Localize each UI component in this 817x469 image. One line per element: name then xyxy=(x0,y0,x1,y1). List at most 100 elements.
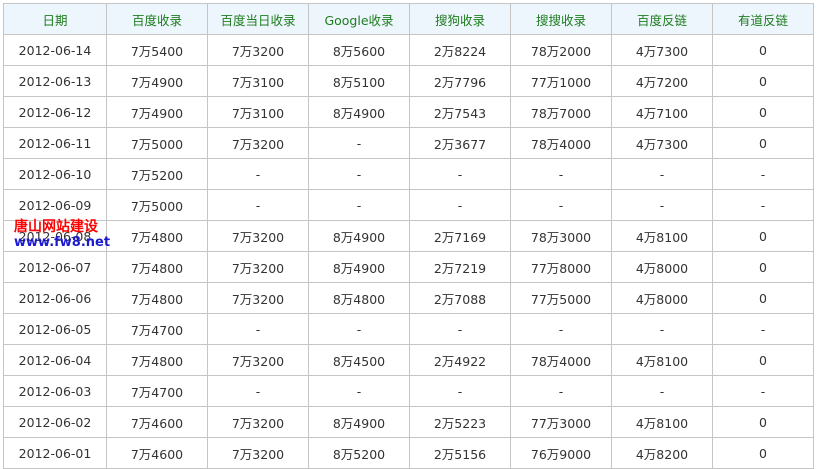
cell-date: 2012-06-03 xyxy=(3,375,107,407)
cell-date: 2012-06-06 xyxy=(3,282,107,314)
cell-baidu-indexed: 7万4800 xyxy=(106,282,208,314)
cell-baidu-indexed: 7万4800 xyxy=(106,251,208,283)
table-body: 2012-06-14 7万5400 7万3200 8万5600 2万8224 78万200… xyxy=(3,34,814,469)
table-header: 日期 百度收录 百度当日收录 Google收录 搜狗收录 搜搜收录 百度反链 有… xyxy=(3,3,814,35)
cell-baidu-backlinks: 4万8000 xyxy=(611,251,713,283)
cell-baidu-today-indexed: 7万3100 xyxy=(207,65,309,97)
cell-sogou-indexed: 2万5156 xyxy=(409,437,511,469)
table-row: 2012-06-07 7万4800 7万3200 8万4900 2万7219 77万800… xyxy=(3,251,814,283)
cell-baidu-today-indexed: 7万3200 xyxy=(207,406,309,438)
cell-date: 2012-06-04 xyxy=(3,344,107,376)
cell-google-indexed: 8万4900 xyxy=(308,251,410,283)
cell-sogou-indexed: 2万7543 xyxy=(409,96,511,128)
cell-soso-indexed: - xyxy=(510,189,612,221)
cell-soso-indexed: - xyxy=(510,158,612,190)
cell-baidu-indexed: 7万4600 xyxy=(106,406,208,438)
table-row: 2012-06-09 7万5000- - - - - - xyxy=(3,189,814,221)
cell-youdao-backlinks: 0 xyxy=(712,437,814,469)
cell-google-indexed: 8万4900 xyxy=(308,220,410,252)
cell-date: 2012-06-01 xyxy=(3,437,107,469)
cell-baidu-indexed: 7万5000 xyxy=(106,127,208,159)
table-row: 2012-06-11 7万5000 7万3200-2万3677 78万4000 4万73… xyxy=(3,127,814,159)
cell-youdao-backlinks: 0 xyxy=(712,96,814,128)
cell-sogou-indexed: - xyxy=(409,189,511,221)
cell-date: 2012-06-08 xyxy=(3,220,107,252)
table-row: 2012-06-14 7万5400 7万3200 8万5600 2万8224 78万200… xyxy=(3,34,814,66)
table-row: 2012-06-03 7万4700- - - - - - xyxy=(3,375,814,407)
cell-baidu-backlinks: - xyxy=(611,313,713,345)
cell-baidu-backlinks: 4万8100 xyxy=(611,220,713,252)
cell-google-indexed: - xyxy=(308,127,410,159)
cell-baidu-backlinks: 4万8100 xyxy=(611,344,713,376)
cell-google-indexed: 8万5100 xyxy=(308,65,410,97)
cell-youdao-backlinks: 0 xyxy=(712,65,814,97)
cell-baidu-backlinks: - xyxy=(611,375,713,407)
cell-baidu-today-indexed: 7万3200 xyxy=(207,127,309,159)
cell-baidu-today-indexed: 7万3200 xyxy=(207,34,309,66)
header-soso-indexed: 搜搜收录 xyxy=(510,3,612,35)
cell-baidu-today-indexed: - xyxy=(207,375,309,407)
cell-baidu-today-indexed: - xyxy=(207,313,309,345)
cell-baidu-indexed: 7万4800 xyxy=(106,220,208,252)
table-row: 2012-06-12 7万4900 7万3100 8万4900 2万7543 78万700… xyxy=(3,96,814,128)
cell-soso-indexed: - xyxy=(510,375,612,407)
header-row: 日期 百度收录 百度当日收录 Google收录 搜狗收录 搜搜收录 百度反链 有… xyxy=(3,3,814,35)
table-row: 2012-06-02 7万4600 7万3200 8万4900 2万5223 77万300… xyxy=(3,406,814,438)
cell-soso-indexed: 77万3000 xyxy=(510,406,612,438)
cell-youdao-backlinks: 0 xyxy=(712,406,814,438)
cell-sogou-indexed: 2万7169 xyxy=(409,220,511,252)
table-row: 2012-06-13 7万4900 7万3100 8万5100 2万7796 77万100… xyxy=(3,65,814,97)
cell-sogou-indexed: - xyxy=(409,313,511,345)
cell-sogou-indexed: - xyxy=(409,375,511,407)
cell-baidu-today-indexed: 7万3100 xyxy=(207,96,309,128)
header-baidu-today-indexed: 百度当日收录 xyxy=(207,3,309,35)
cell-youdao-backlinks: - xyxy=(712,313,814,345)
table-row: 2012-06-10 7万5200- - - - - - xyxy=(3,158,814,190)
table-row: 2012-06-01 7万4600 7万3200 8万5200 2万5156 76万900… xyxy=(3,437,814,469)
header-youdao-backlinks: 有道反链 xyxy=(712,3,814,35)
cell-google-indexed: 8万5200 xyxy=(308,437,410,469)
cell-youdao-backlinks: 0 xyxy=(712,251,814,283)
cell-baidu-indexed: 7万4900 xyxy=(106,96,208,128)
cell-baidu-indexed: 7万5400 xyxy=(106,34,208,66)
cell-baidu-today-indexed: 7万3200 xyxy=(207,251,309,283)
cell-date: 2012-06-09 xyxy=(3,189,107,221)
cell-baidu-today-indexed: 7万3200 xyxy=(207,282,309,314)
cell-date: 2012-06-12 xyxy=(3,96,107,128)
cell-youdao-backlinks: 0 xyxy=(712,127,814,159)
cell-date: 2012-06-07 xyxy=(3,251,107,283)
cell-baidu-backlinks: 4万7200 xyxy=(611,65,713,97)
cell-baidu-backlinks: 4万8000 xyxy=(611,282,713,314)
cell-date: 2012-06-05 xyxy=(3,313,107,345)
cell-sogou-indexed: 2万7088 xyxy=(409,282,511,314)
cell-baidu-today-indexed: - xyxy=(207,189,309,221)
cell-soso-indexed: 78万4000 xyxy=(510,344,612,376)
cell-youdao-backlinks: 0 xyxy=(712,220,814,252)
header-google-indexed: Google收录 xyxy=(308,3,410,35)
cell-google-indexed: - xyxy=(308,158,410,190)
cell-baidu-indexed: 7万4600 xyxy=(106,437,208,469)
cell-baidu-indexed: 7万4700 xyxy=(106,375,208,407)
cell-soso-indexed: 78万2000 xyxy=(510,34,612,66)
cell-youdao-backlinks: 0 xyxy=(712,344,814,376)
header-date: 日期 xyxy=(3,3,107,35)
cell-google-indexed: - xyxy=(308,313,410,345)
cell-date: 2012-06-13 xyxy=(3,65,107,97)
cell-date: 2012-06-02 xyxy=(3,406,107,438)
cell-soso-indexed: 76万9000 xyxy=(510,437,612,469)
cell-sogou-indexed: 2万7796 xyxy=(409,65,511,97)
cell-sogou-indexed: 2万4922 xyxy=(409,344,511,376)
cell-sogou-indexed: 2万5223 xyxy=(409,406,511,438)
seo-stats-table: 日期 百度收录 百度当日收录 Google收录 搜狗收录 搜搜收录 百度反链 有… xyxy=(3,3,814,469)
header-sogou-indexed: 搜狗收录 xyxy=(409,3,511,35)
cell-sogou-indexed: 2万7219 xyxy=(409,251,511,283)
cell-google-indexed: 8万4500 xyxy=(308,344,410,376)
cell-baidu-today-indexed: 7万3200 xyxy=(207,437,309,469)
cell-baidu-backlinks: - xyxy=(611,158,713,190)
table-row: 2012-06-06 7万4800 7万3200 8万4800 2万7088 77万500… xyxy=(3,282,814,314)
cell-baidu-indexed: 7万5000 xyxy=(106,189,208,221)
cell-youdao-backlinks: 0 xyxy=(712,34,814,66)
cell-youdao-backlinks: - xyxy=(712,158,814,190)
cell-baidu-today-indexed: - xyxy=(207,158,309,190)
cell-soso-indexed: 77万5000 xyxy=(510,282,612,314)
